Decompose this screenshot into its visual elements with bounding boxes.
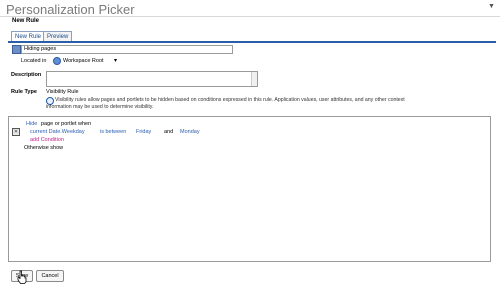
action-suffix: page or portlet when — [41, 121, 92, 127]
tab-divider — [8, 41, 496, 43]
located-in-label: Located in — [21, 58, 47, 64]
condition-value2-link[interactable]: Monday — [180, 129, 200, 135]
condition-operator-link[interactable]: is between — [100, 129, 126, 135]
rule-type-help-line-1: Visibility rules allow pages and portlet… — [55, 97, 405, 103]
rule-type-label: Rule Type — [11, 89, 37, 95]
collapse-arrow-icon[interactable]: ▼ — [488, 3, 495, 10]
window-title: Personalization Picker — [6, 2, 135, 17]
cancel-button[interactable]: Cancel — [36, 270, 64, 282]
title-divider — [0, 16, 500, 17]
condition-value1-link[interactable]: Friday — [136, 129, 151, 135]
description-textarea[interactable] — [46, 71, 258, 87]
dropdown-arrow-icon[interactable]: ▾ — [114, 57, 117, 64]
rule-icon — [12, 45, 21, 54]
description-label: Description — [11, 72, 42, 78]
globe-icon — [53, 57, 61, 65]
delete-icon[interactable]: ✕ — [12, 128, 20, 136]
condition-and: and — [164, 129, 174, 135]
add-condition-link[interactable]: add Condition — [30, 137, 64, 143]
rule-name-input[interactable]: Hiding pages — [21, 45, 233, 54]
rule-editor[interactable] — [8, 116, 491, 262]
rule-type-help-line-2: information may be used to determine vis… — [46, 104, 154, 110]
hand-cursor-icon — [17, 270, 27, 284]
location-value[interactable]: Workspace Root — [63, 58, 104, 64]
page-subtitle: New Rule — [12, 18, 40, 24]
otherwise-text: Otherwise show — [24, 145, 64, 151]
description-scrollbar[interactable] — [251, 72, 257, 86]
rule-type-value: Visibility Rule — [46, 89, 79, 95]
condition-subject-link[interactable]: current Date.Weekday — [30, 129, 85, 135]
action-hide-link[interactable]: Hide — [26, 121, 37, 127]
